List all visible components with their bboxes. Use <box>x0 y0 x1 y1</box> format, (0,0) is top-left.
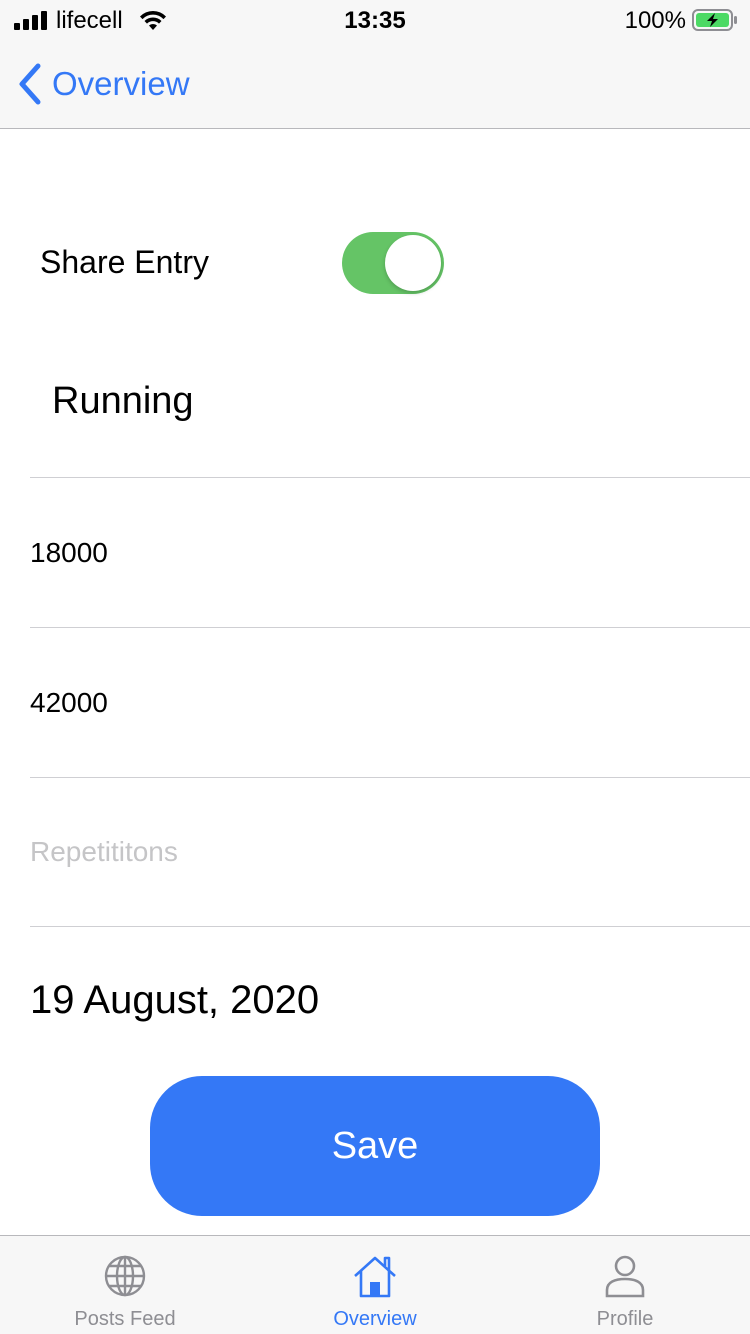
tab-label: Posts Feed <box>74 1308 176 1330</box>
share-entry-toggle[interactable] <box>342 232 444 294</box>
tab-label: Overview <box>333 1308 417 1330</box>
toggle-knob <box>385 235 441 291</box>
tab-overview[interactable]: Overview <box>250 1236 500 1334</box>
person-icon <box>605 1255 645 1298</box>
repetitions-field <box>30 777 750 927</box>
date-picker[interactable]: 19 August, 2020 <box>30 978 319 1023</box>
value-input-1[interactable] <box>30 536 750 569</box>
value-input-2[interactable] <box>30 686 750 719</box>
battery-percentage: 100% <box>624 7 686 34</box>
back-button[interactable]: Overview <box>16 60 190 108</box>
exercise-name: Running <box>52 380 194 422</box>
status-bar: lifecell 13:35 100% <box>0 0 750 42</box>
top-bar: lifecell 13:35 100% Overview <box>0 0 750 129</box>
share-entry-label: Share Entry <box>40 244 209 280</box>
home-icon <box>354 1256 396 1298</box>
tab-label: Profile <box>596 1308 654 1330</box>
repetitions-input[interactable] <box>30 836 750 868</box>
tab-profile[interactable]: Profile <box>500 1236 750 1334</box>
tab-posts-feed[interactable]: Posts Feed <box>0 1236 250 1334</box>
tab-bar: Posts Feed Overview Profile <box>0 1235 750 1334</box>
value-field-2 <box>30 627 750 777</box>
globe-icon <box>104 1255 146 1297</box>
back-button-label: Overview <box>52 65 190 102</box>
battery-charging-icon <box>692 9 737 31</box>
save-button[interactable]: Save <box>150 1076 600 1216</box>
value-field-1 <box>30 477 750 627</box>
chevron-left-icon <box>19 63 41 105</box>
